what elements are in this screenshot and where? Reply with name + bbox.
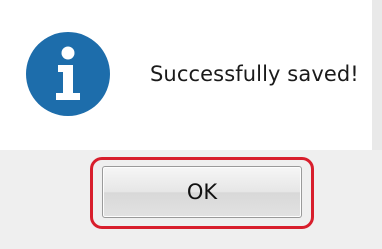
dialog-content-area: Successfully saved! [0, 0, 372, 150]
info-icon [26, 32, 110, 116]
dialog-message: Successfully saved! [150, 62, 359, 86]
ok-button[interactable]: OK [102, 166, 302, 218]
